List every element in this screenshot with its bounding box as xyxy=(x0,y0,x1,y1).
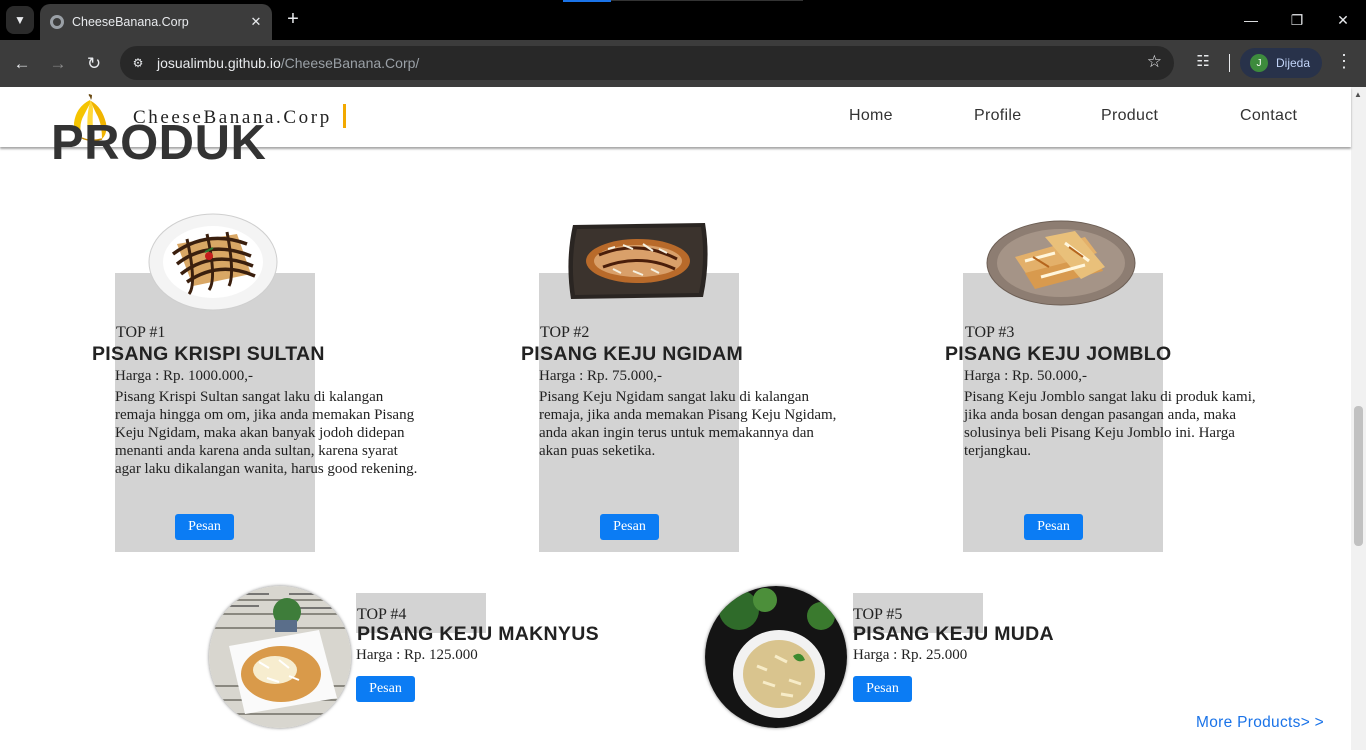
chevron-down-icon: ▼ xyxy=(14,13,26,27)
browser-tabstrip: ▼ CheeseBanana.Corp ✕ + — ❐ ✕ xyxy=(0,0,1366,40)
profile-button[interactable]: J Dijeda xyxy=(1240,48,1322,78)
typing-cursor xyxy=(343,104,346,128)
more-products-link[interactable]: More Products> > xyxy=(1196,714,1324,732)
product-name-2: PISANG KEJU NGIDAM xyxy=(521,343,744,365)
order-button-5[interactable]: Pesan xyxy=(853,676,912,702)
site-settings-icon[interactable]: ⚙ xyxy=(128,53,148,73)
new-tab-button[interactable]: + xyxy=(282,8,304,30)
bookmark-star-icon[interactable]: ☆ xyxy=(1147,52,1162,72)
close-tab-icon[interactable]: ✕ xyxy=(246,14,266,30)
tab-accent-line xyxy=(563,0,611,2)
page-scrollbar[interactable]: ▲ xyxy=(1351,87,1366,750)
browser-menu-icon[interactable]: ⋮ xyxy=(1334,51,1354,77)
page-viewport: CheeseBanana.Corp Home Profile Product C… xyxy=(0,87,1366,750)
tab-search-button[interactable]: ▼ xyxy=(6,6,34,34)
product-name-1: PISANG KRISPI SULTAN xyxy=(92,343,325,365)
product-name-3: PISANG KEJU JOMBLO xyxy=(945,343,1172,365)
restore-button[interactable]: ❐ xyxy=(1274,0,1320,40)
product-price-4: Harga : Rp. 125.000 xyxy=(356,647,478,663)
product-name-4: PISANG KEJU MAKNYUS xyxy=(357,623,599,645)
product-price-5: Harga : Rp. 25.000 xyxy=(853,647,968,663)
forward-button[interactable]: → xyxy=(45,51,71,77)
close-window-button[interactable]: ✕ xyxy=(1320,0,1366,40)
toolbar-separator xyxy=(1229,54,1230,72)
nav-product[interactable]: Product xyxy=(1101,107,1158,125)
product-name-5: PISANG KEJU MUDA xyxy=(853,623,1054,645)
section-title: PRODUK xyxy=(51,116,267,170)
product-image-1 xyxy=(148,213,278,311)
product-desc-3: Pisang Keju Jomblo sangat laku di produk… xyxy=(964,389,1256,459)
product-price-2: Harga : Rp. 75.000,- xyxy=(539,368,663,384)
product-desc-2: Pisang Keju Ngidam sangat laku di kalang… xyxy=(539,389,837,459)
extensions-icon[interactable]: ☷ xyxy=(1192,52,1214,74)
address-bar[interactable]: ⚙ josualimbu.github.io/CheeseBanana.Corp… xyxy=(120,46,1174,80)
profile-name: Dijeda xyxy=(1276,56,1311,70)
scroll-up-icon[interactable]: ▲ xyxy=(1354,90,1362,99)
browser-tab[interactable]: CheeseBanana.Corp ✕ xyxy=(40,4,272,40)
product-desc-1: Pisang Krispi Sultan sangat laku di kala… xyxy=(115,389,418,477)
product-price-1: Harga : Rp. 1000.000,- xyxy=(115,368,254,384)
order-button-2[interactable]: Pesan xyxy=(600,514,659,540)
nav-contact[interactable]: Contact xyxy=(1240,107,1297,125)
product-image-4 xyxy=(209,586,351,728)
order-button-1[interactable]: Pesan xyxy=(175,514,234,540)
product-rank-2: TOP #2 xyxy=(540,324,590,341)
globe-icon xyxy=(50,15,64,29)
order-button-4[interactable]: Pesan xyxy=(356,676,415,702)
url-text[interactable]: josualimbu.github.io/CheeseBanana.Corp/ xyxy=(157,55,419,71)
browser-toolbar: ← → ↻ ⚙ josualimbu.github.io/CheeseBanan… xyxy=(0,40,1366,87)
product-rank-4: TOP #4 xyxy=(357,606,407,623)
product-image-5 xyxy=(705,586,847,728)
reload-button[interactable]: ↻ xyxy=(81,51,107,77)
avatar: J xyxy=(1250,54,1268,72)
nav-home[interactable]: Home xyxy=(849,107,893,125)
product-rank-3: TOP #3 xyxy=(965,324,1015,341)
product-price-3: Harga : Rp. 50.000,- xyxy=(964,368,1088,384)
back-button[interactable]: ← xyxy=(9,51,35,77)
nav-profile[interactable]: Profile xyxy=(974,107,1021,125)
product-rank-5: TOP #5 xyxy=(853,606,903,623)
minimize-button[interactable]: — xyxy=(1228,0,1274,40)
tab-divider-line xyxy=(611,0,803,1)
tab-title: CheeseBanana.Corp xyxy=(72,15,189,29)
product-image-2 xyxy=(568,223,708,299)
product-image-3 xyxy=(986,220,1136,306)
product-rank-1: TOP #1 xyxy=(116,324,166,341)
order-button-3[interactable]: Pesan xyxy=(1024,514,1083,540)
scrollbar-thumb[interactable] xyxy=(1354,406,1363,546)
